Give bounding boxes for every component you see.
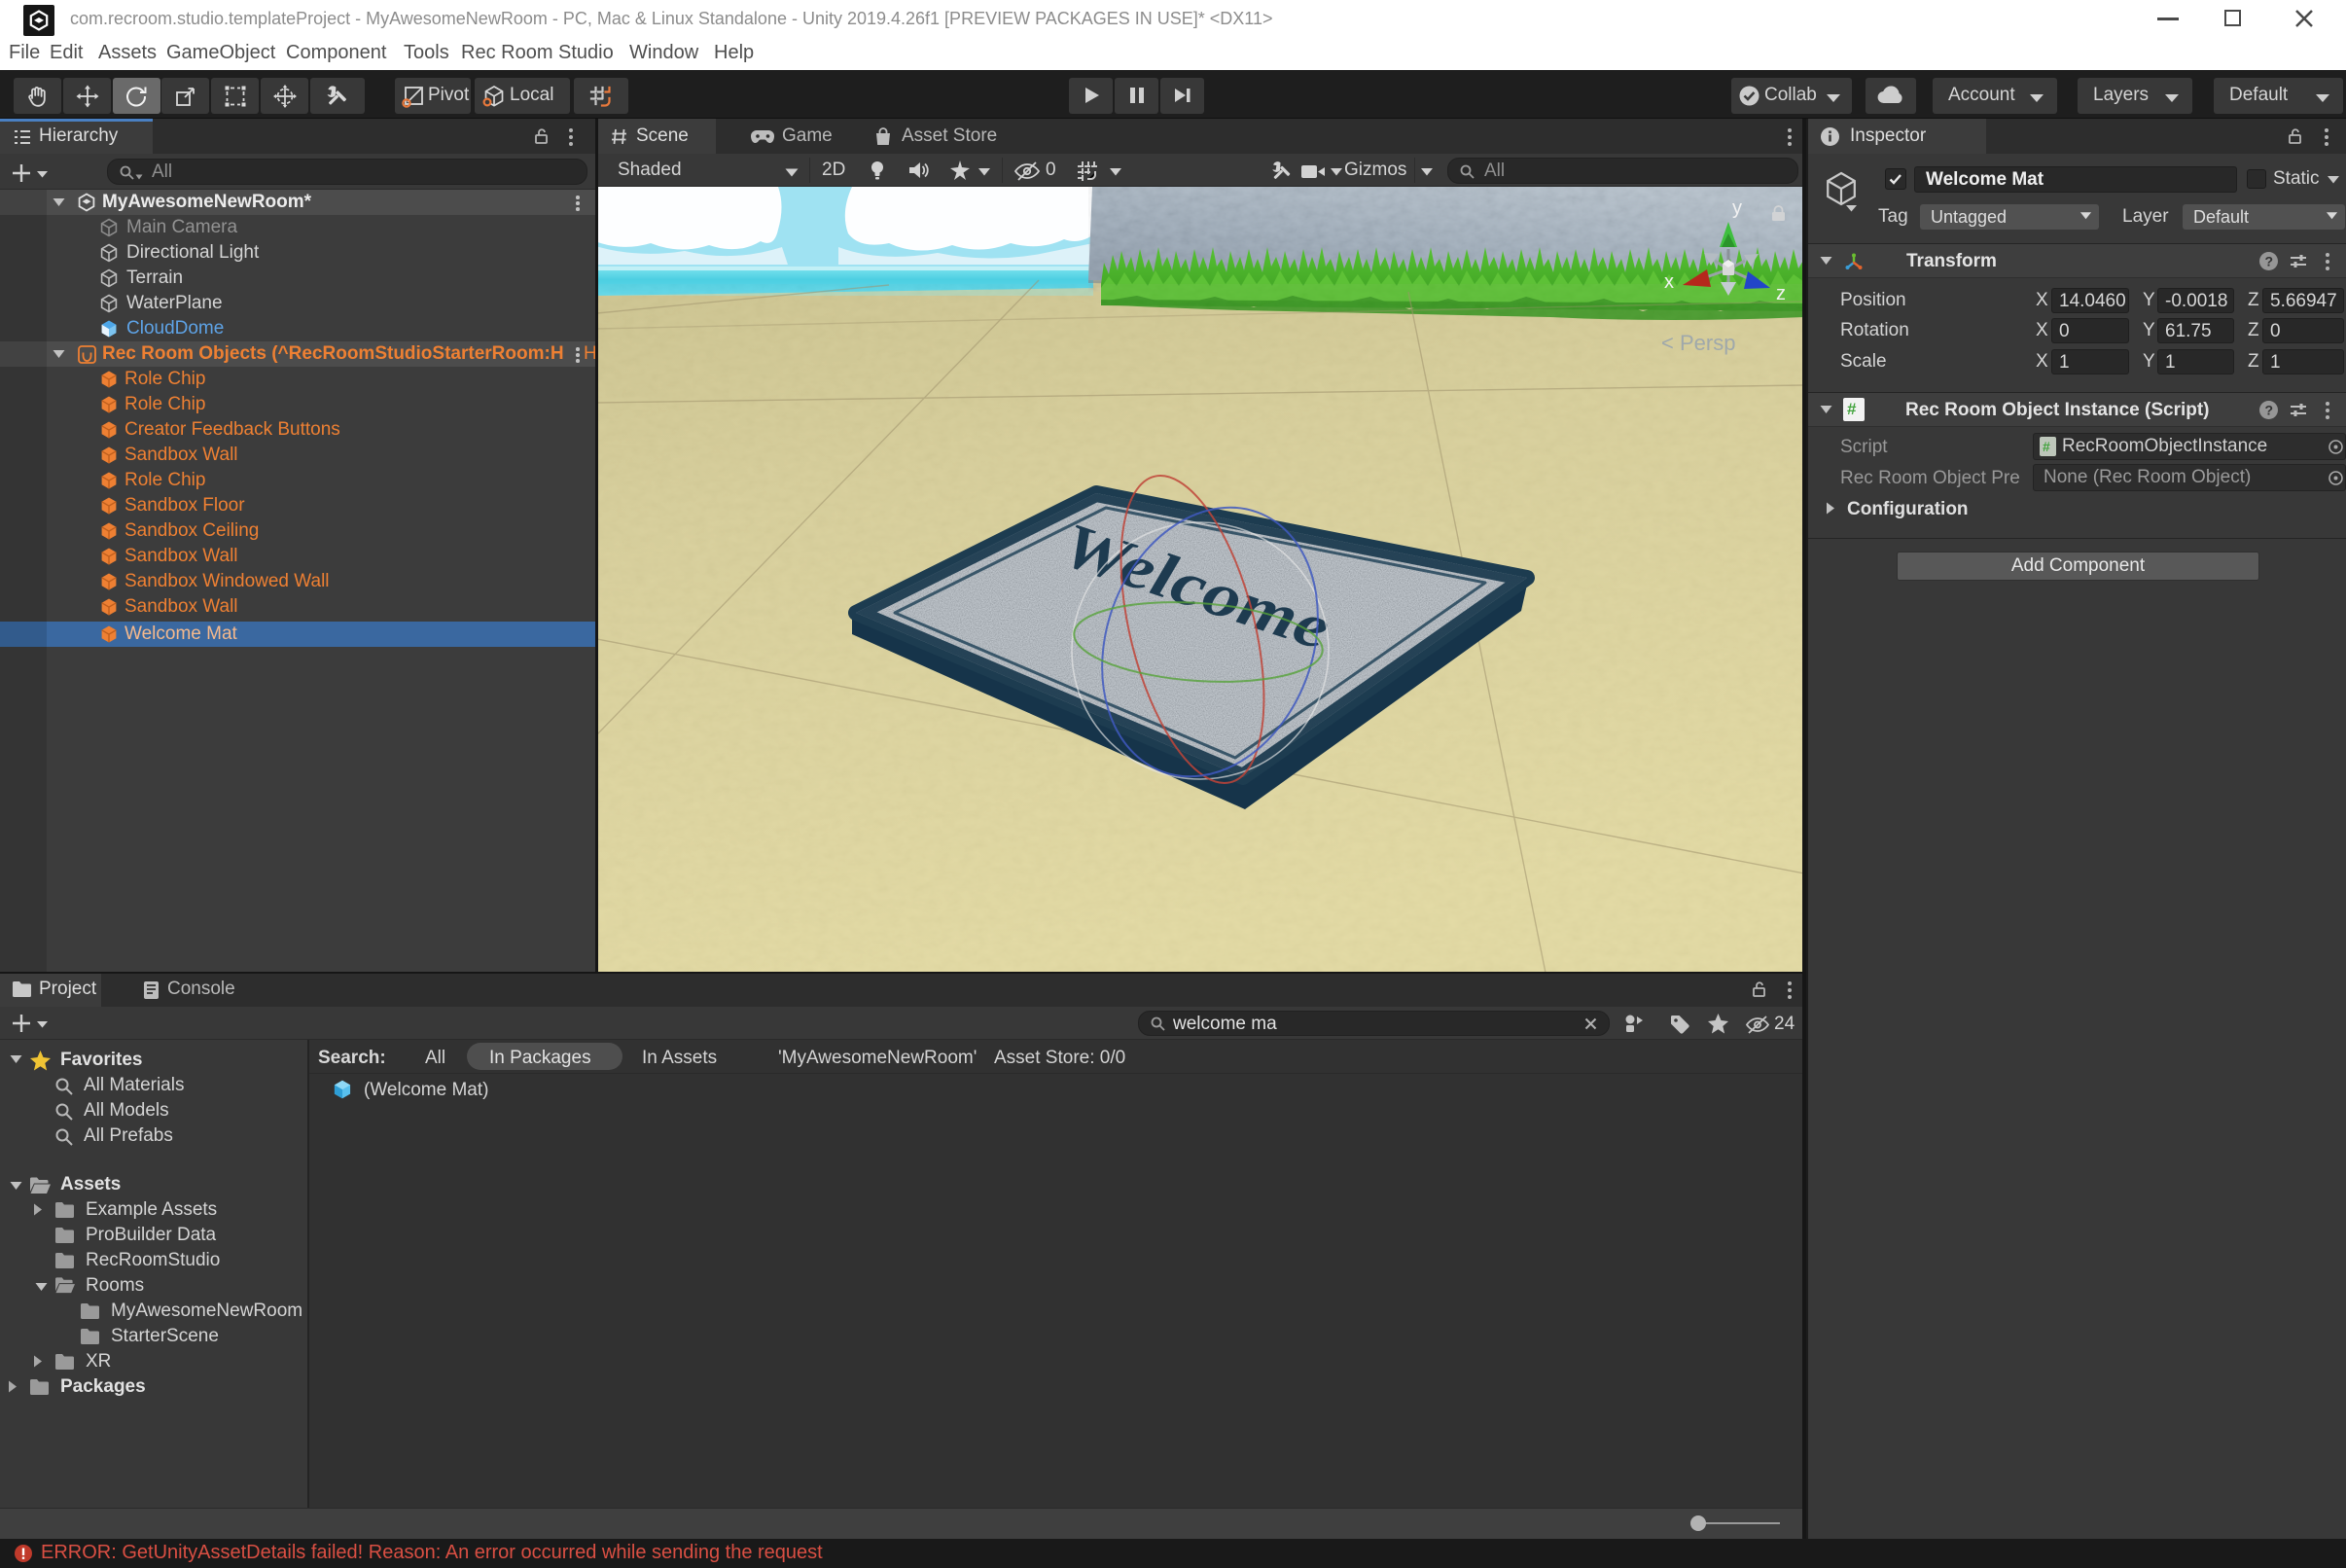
svg-text:y: y	[1732, 197, 1742, 219]
svg-text:< Persp: < Persp	[1661, 331, 1735, 355]
svg-text:?: ?	[2265, 403, 2274, 418]
svg-text:z: z	[1776, 283, 1786, 304]
svg-text:?: ?	[2265, 254, 2274, 269]
svg-text:x: x	[1664, 271, 1674, 293]
